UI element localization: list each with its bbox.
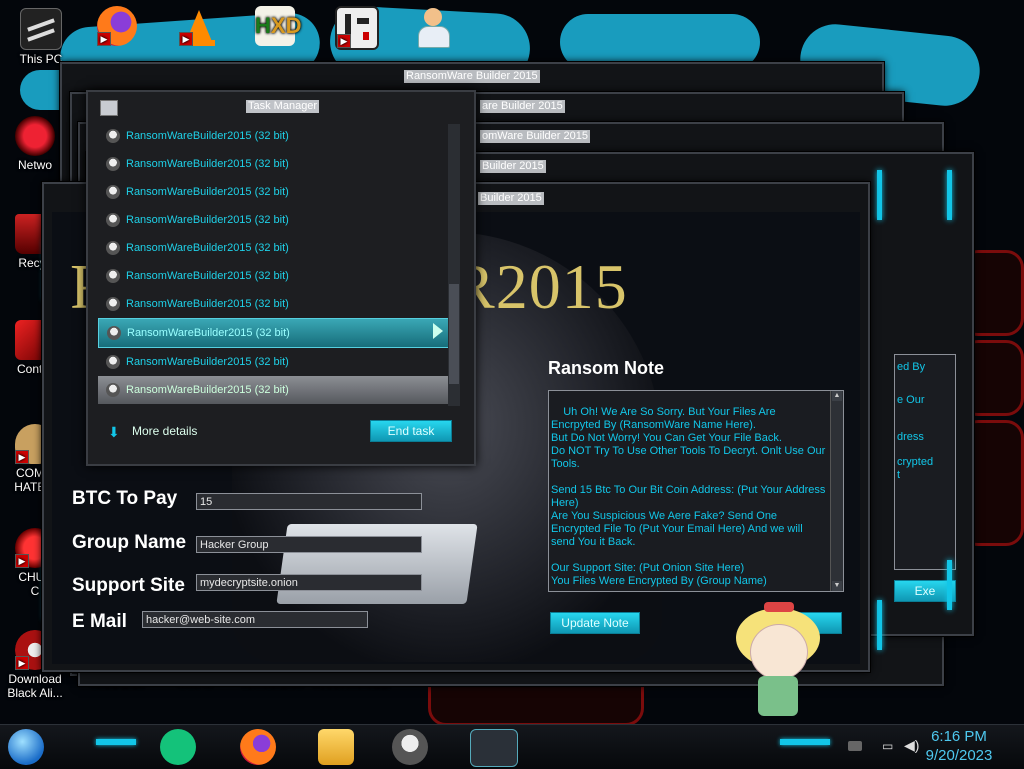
skull-icon: [106, 157, 120, 171]
process-row-hover[interactable]: RansomWareBuilder2015 (32 bit): [98, 376, 450, 404]
skull-icon: [106, 269, 120, 283]
btc-to-pay-input[interactable]: 15: [196, 493, 422, 510]
scroll-down-icon[interactable]: ▼: [832, 581, 842, 591]
taskbar: ▭ ◀) 6:16 PM 9/20/2023: [0, 724, 1024, 769]
file-explorer-icon[interactable]: [318, 729, 354, 765]
neon-accent: [947, 170, 952, 220]
desktop-icon-this-pc[interactable]: This PC: [10, 8, 72, 66]
skull-icon: [106, 185, 120, 199]
neon-accent: [780, 739, 830, 745]
desktop-icon-vlc[interactable]: ▶: [168, 6, 230, 48]
process-row[interactable]: RansomWareBuilder2015 (32 bit): [98, 150, 450, 178]
process-row[interactable]: RansomWareBuilder2015 (32 bit): [98, 290, 450, 318]
neon-accent: [947, 560, 952, 610]
doctor-icon: [413, 6, 453, 48]
desktop-icon-network[interactable]: Netwo: [4, 116, 66, 172]
firefox-icon[interactable]: [240, 729, 276, 765]
builder-title: Builder 2015: [478, 192, 544, 205]
support-site-label: Support Site: [72, 575, 185, 596]
cursor-icon: [433, 323, 443, 339]
desktop-icon-app[interactable]: ▶: [326, 6, 388, 52]
neon-accent: [877, 600, 882, 650]
task-manager-icon: [100, 100, 118, 116]
skull-icon: [106, 129, 120, 143]
end-task-button[interactable]: End task: [370, 420, 452, 442]
more-details-link[interactable]: More details: [132, 424, 197, 438]
back-note-box: ed By e Our dress crypted t: [894, 354, 956, 570]
process-row[interactable]: RansomWareBuilder2015 (32 bit): [98, 122, 450, 150]
skull-icon: [106, 355, 120, 369]
pc-icon: [20, 8, 62, 50]
process-row[interactable]: RansomWareBuilder2015 (32 bit): [98, 206, 450, 234]
skull-icon: [106, 383, 120, 397]
maze-app-icon: ▶: [335, 6, 379, 50]
chevron-down-icon[interactable]: ⬇: [108, 424, 120, 441]
process-row[interactable]: RansomWareBuilder2015 (32 bit): [98, 234, 450, 262]
ransom-note-title: Ransom Note: [548, 358, 665, 378]
task-manager-taskbar-icon[interactable]: [470, 729, 518, 767]
notes-app-icon[interactable]: [160, 729, 196, 765]
process-row[interactable]: RansomWareBuilder2015 (32 bit): [98, 178, 450, 206]
scrollbar-thumb[interactable]: [449, 284, 459, 384]
vlc-icon: ▶: [179, 6, 219, 46]
chevron-up-icon[interactable]: [848, 741, 862, 751]
update-note-button[interactable]: Update Note: [550, 612, 640, 634]
ransom-note-scrollbar[interactable]: ▲ ▼: [830, 391, 843, 591]
clock[interactable]: 6:16 PM 9/20/2023: [914, 727, 1004, 765]
task-manager-window[interactable]: Task Manager RansomWareBuilder2015 (32 b…: [86, 90, 476, 466]
process-row-selected[interactable]: RansomWareBuilder2015 (32 bit): [98, 318, 450, 348]
skull-icon: [106, 241, 120, 255]
email-input[interactable]: hacker@web-site.com: [142, 611, 368, 628]
skull-icon: [107, 326, 121, 340]
desktop-icon-firefox[interactable]: ▶: [86, 6, 148, 48]
skull-icon: [106, 213, 120, 227]
cartoon-character-sticker: [728, 598, 828, 720]
neon-accent: [96, 739, 136, 745]
process-row[interactable]: RansomWareBuilder2015 (32 bit): [98, 348, 450, 376]
email-label: E Mail: [72, 611, 127, 632]
banner-text: R2015: [452, 251, 628, 322]
process-list-scrollbar[interactable]: [448, 124, 460, 406]
process-row[interactable]: RansomWareBuilder2015 (32 bit): [98, 262, 450, 290]
scroll-up-icon[interactable]: ▲: [832, 391, 842, 401]
desktop-icon-hxd[interactable]: HXD: [244, 6, 306, 48]
group-name-input[interactable]: Hacker Group: [196, 536, 422, 553]
group-name-label: Group Name: [72, 532, 187, 553]
skull-icon: [106, 297, 120, 311]
network-icon: [15, 116, 55, 156]
process-list: RansomWareBuilder2015 (32 bit) RansomWar…: [98, 122, 450, 408]
task-manager-title: Task Manager: [246, 100, 320, 113]
ransomware-builder-icon[interactable]: [392, 729, 428, 765]
btc-to-pay-label: BTC To Pay: [72, 488, 178, 509]
hxd-icon: HXD: [255, 6, 301, 46]
neon-accent: [877, 170, 882, 220]
support-site-input[interactable]: mydecryptsite.onion: [196, 574, 422, 591]
ransom-note-textarea[interactable]: Uh Oh! We Are So Sorry. But Your Files A…: [548, 390, 844, 592]
firefox-icon: ▶: [97, 6, 137, 46]
desktop-icon-doctor[interactable]: [402, 6, 464, 48]
start-orb-icon[interactable]: [8, 729, 44, 765]
network-tray-icon[interactable]: ▭: [882, 739, 893, 753]
